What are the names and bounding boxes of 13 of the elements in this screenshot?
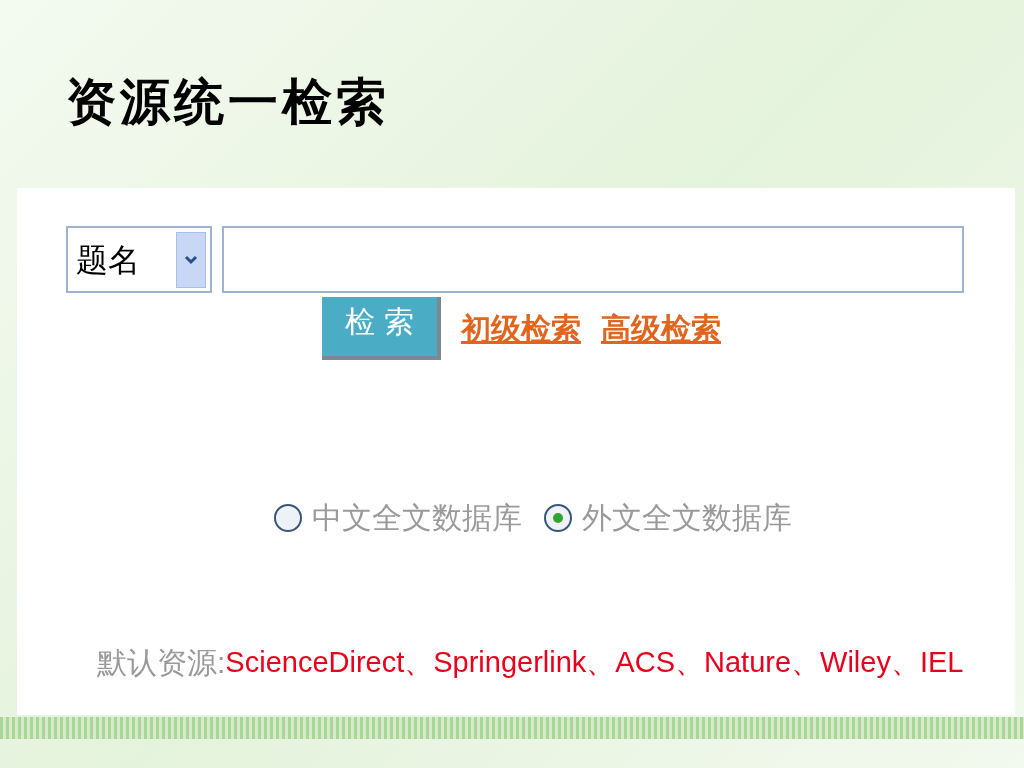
radio-label: 中文全文数据库 xyxy=(312,500,522,536)
field-select[interactable]: 题名 xyxy=(66,226,212,293)
search-button[interactable]: 检 索 xyxy=(322,297,441,360)
chevron-down-icon xyxy=(176,231,206,288)
search-input[interactable] xyxy=(222,226,964,293)
radio-button[interactable] xyxy=(544,503,572,532)
search-mode-link[interactable]: 高级检索 xyxy=(601,306,721,351)
radio-button[interactable] xyxy=(274,503,302,532)
slide-title: 资源统一检索 xyxy=(66,73,390,132)
default-sources-label: 默认资源: xyxy=(97,645,226,681)
radio-label: 外文全文数据库 xyxy=(582,500,792,536)
default-sources-list: ScienceDirect、Springerlink、ACS、Nature、Wiley、IEL xyxy=(225,640,964,685)
search-mode-link[interactable]: 初级检索 xyxy=(461,306,581,351)
